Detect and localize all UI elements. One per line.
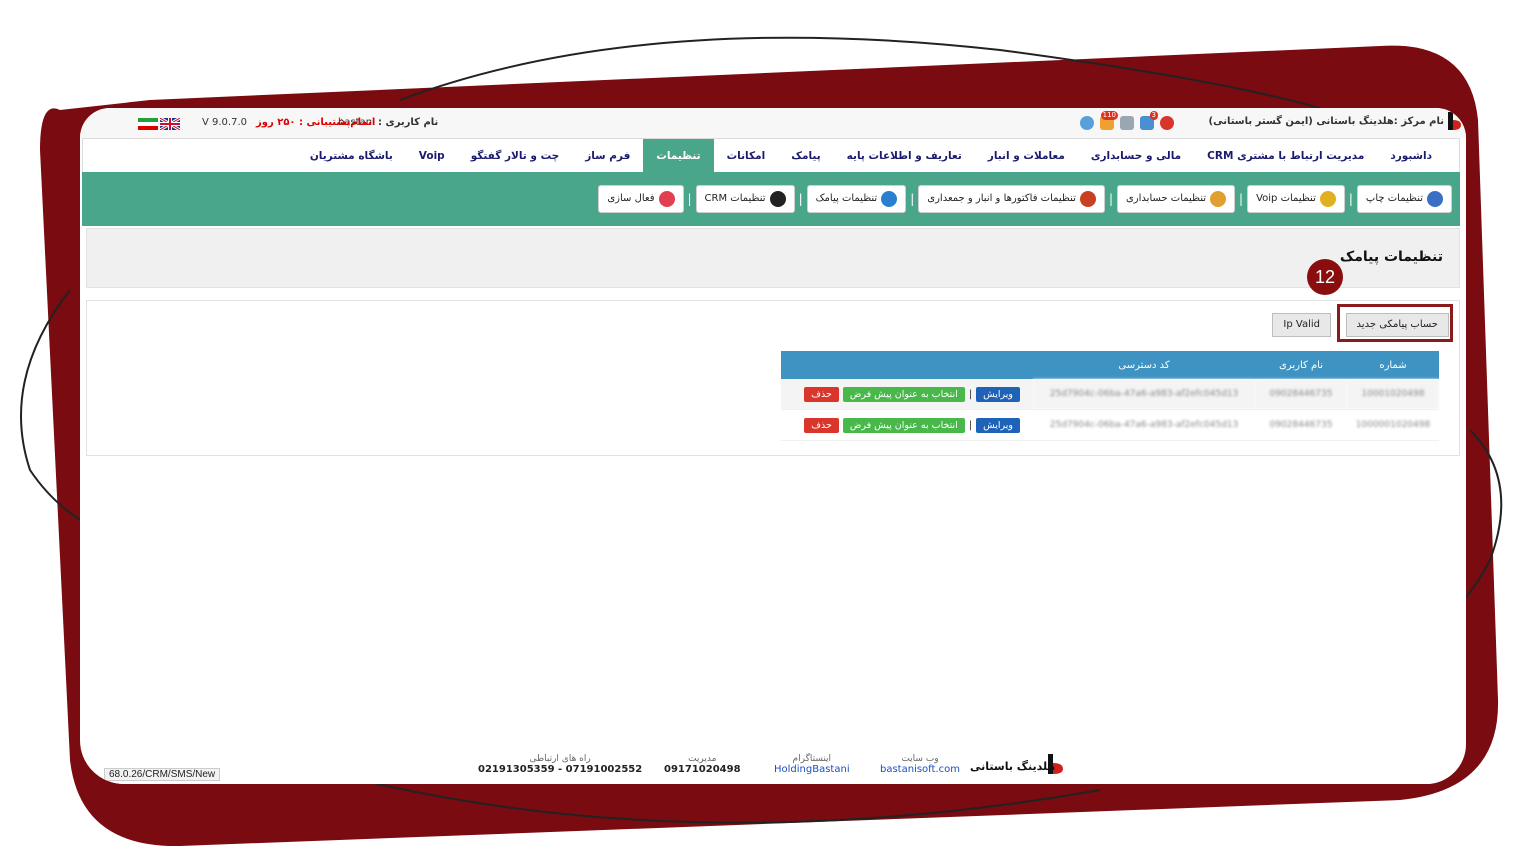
menu-item-6[interactable]: امکانات [714, 139, 779, 173]
settings-toolbar-items: تنظیمات چاپ | تنظیمات Voip | تنظیمات حسابدار… [598, 185, 1452, 213]
ip-valid-button[interactable]: Ip Valid [1272, 313, 1331, 337]
menu-item-10[interactable]: Voip [406, 139, 458, 173]
menu-item-2[interactable]: مالی و حسابداری [1078, 139, 1194, 173]
page-header: تنظیمات پیامک [86, 228, 1460, 288]
menu-item-5[interactable]: پیامک [778, 139, 833, 173]
col-username: نام کاربری [1255, 351, 1347, 379]
ticket-badge: 110 [1100, 111, 1118, 120]
main-menu-items: داشبورد مدیریت ارتباط با مشتری CRM مالی و … [297, 139, 1445, 173]
voip-icon [1319, 191, 1336, 207]
menu-item-0[interactable]: داشبورد [1377, 139, 1445, 173]
delete-button[interactable]: حذف [804, 417, 839, 433]
cell-access-code: 25d7904c-06ba-47a6-a983-af2efc045d13 [1033, 409, 1255, 441]
page-title: تنظیمات پیامک [1339, 249, 1443, 265]
cell-actions: ویرایش | انتخاب به عنوان پیش فرض حذف [781, 409, 1033, 441]
toolbar-button-0[interactable]: تنظیمات چاپ [1356, 185, 1452, 213]
col-actions [781, 351, 1033, 379]
table-row: 10001020498 09028446735 25d7904c-06ba-47a6… [781, 379, 1439, 410]
action-separator: | [968, 419, 973, 431]
uk-flag-icon[interactable] [160, 118, 180, 130]
invoice-icon [1079, 191, 1096, 207]
toolbar-button-5[interactable]: تنظیمات CRM [695, 185, 795, 213]
cell-actions: ویرایش | انتخاب به عنوان پیش فرض حذف [781, 379, 1033, 410]
message-badge: 3 [1149, 111, 1158, 120]
toolbar-button-6[interactable]: فعال سازی [598, 185, 684, 213]
toolbar-button-label: تنظیمات حسابداری [1125, 193, 1207, 204]
cell-number: 1000001020498 [1347, 409, 1439, 441]
main-menu: داشبورد مدیریت ارتباط با مشتری CRM مالی و … [82, 138, 1460, 174]
toolbar-separator: | [1239, 192, 1244, 206]
table-row: 1000001020498 09028446735 25d7904c-06ba-47… [781, 409, 1439, 441]
toolbar-separator: | [798, 192, 803, 206]
menu-item-3[interactable]: معاملات و انبار [975, 139, 1078, 173]
toolbar-button-label: تنظیمات Voip [1256, 193, 1316, 204]
table-body: 10001020498 09028446735 25d7904c-06ba-47a6… [781, 379, 1439, 441]
status-url: 68.0.26/CRM/SMS/New [104, 768, 221, 781]
new-sms-account-button[interactable]: حساب پیامکی جدید [1345, 313, 1449, 337]
action-separator: | [968, 388, 973, 400]
footer-manager: مدیریت 09171020498 [664, 754, 741, 775]
edit-button[interactable]: ویرایش [976, 417, 1020, 433]
sms-accounts-table: شماره نام کاربری کد دسترسی 10001020498 09… [781, 351, 1439, 441]
holding-logo-icon [1448, 112, 1461, 130]
footer-brand: هلدینگ باستانی [970, 760, 1056, 773]
instagram-link[interactable]: HoldingBastani [774, 764, 850, 775]
money-bag-icon [1210, 191, 1227, 207]
support-remaining: اتمام‌پشتیبانی : ۲۵۰ روز [256, 117, 376, 128]
toolbar-button-2[interactable]: تنظیمات حسابداری [1116, 185, 1236, 213]
toolbar-separator: | [1348, 192, 1353, 206]
crm-icon [769, 191, 786, 207]
step-badge: 12 [1307, 259, 1343, 295]
menu-item-1[interactable]: مدیریت ارتباط با مشتری CRM [1194, 139, 1377, 173]
toolbar-button-4[interactable]: تنظیمات پیامک [806, 185, 907, 213]
footer-contact: راه های ارتباطی 07191002552 - 0219130535… [478, 754, 643, 775]
set-default-button[interactable]: انتخاب به عنوان پیش فرض [842, 386, 965, 402]
set-default-button[interactable]: انتخاب به عنوان پیش فرض [842, 417, 965, 433]
top-info-bar: نام مرکز :هلدینگ باستانی (ایمن گستر باست… [80, 108, 1466, 138]
menu-item-7[interactable]: تنظیمات [643, 139, 714, 173]
iran-flag-icon[interactable] [138, 118, 158, 130]
col-number: شماره [1347, 351, 1439, 379]
menu-item-11[interactable]: باشگاه مشتریان [297, 139, 406, 173]
footer: هلدینگ باستانی وب سایت bastanisoft.com ا… [80, 748, 1466, 784]
footer-instagram: اینستاگرام HoldingBastani [774, 754, 850, 775]
cell-access-code: 25d7904c-06ba-47a6-a983-af2efc045d13 [1033, 379, 1255, 410]
col-access-code: کد دسترسی [1033, 351, 1255, 379]
top-icons: 110 3 [1080, 111, 1174, 130]
menu-item-9[interactable]: چت و تالار گفتگو [458, 139, 573, 173]
app-screen: نام مرکز :هلدینگ باستانی (ایمن گستر باست… [80, 108, 1466, 784]
toolbar-separator: | [1108, 192, 1113, 206]
toolbar-button-1[interactable]: تنظیمات Voip [1247, 185, 1345, 213]
cell-username: 09028446735 [1255, 409, 1347, 441]
toolbar-button-label: تنظیمات چاپ [1365, 193, 1423, 204]
delete-button[interactable]: حذف [804, 386, 839, 402]
menu-item-4[interactable]: تعاریف و اطلاعات پایه [834, 139, 975, 173]
cell-username: 09028446735 [1255, 379, 1347, 410]
activation-icon [658, 191, 675, 207]
cell-number: 10001020498 [1347, 379, 1439, 410]
website-link[interactable]: bastanisoft.com [880, 764, 960, 775]
sms-icon [881, 191, 898, 207]
footer-website: وب سایت bastanisoft.com [880, 754, 960, 775]
calendar-icon[interactable] [1120, 116, 1134, 130]
toolbar-separator: | [687, 192, 692, 206]
sms-accounts-panel: 12 حساب پیامکی جدید Ip Valid شماره نام ک… [86, 259, 1460, 456]
notification-icon[interactable]: 110 [1100, 111, 1118, 130]
menu-item-8[interactable]: فرم ساز [572, 139, 643, 173]
center-name: نام مرکز :هلدینگ باستانی (ایمن گستر باست… [1208, 116, 1444, 127]
toolbar-button-label: تنظیمات CRM [704, 193, 766, 204]
toolbar-button-label: تنظیمات فاکتورها و انبار و جمعداری [927, 193, 1076, 204]
message-icon[interactable]: 3 [1140, 111, 1158, 130]
toolbar-button-3[interactable]: تنظیمات فاکتورها و انبار و جمعداری [918, 185, 1105, 213]
toolbar-button-label: تنظیمات پیامک [815, 193, 878, 204]
chat-icon[interactable] [1080, 116, 1094, 130]
toolbar-button-label: فعال سازی [607, 193, 655, 204]
edit-button[interactable]: ویرایش [976, 386, 1020, 402]
toolbar-separator: | [910, 192, 915, 206]
power-icon[interactable] [1160, 116, 1174, 130]
version-label: V 9.0.7.0 [202, 117, 248, 128]
settings-toolbar: تنظیمات چاپ | تنظیمات Voip | تنظیمات حسابدار… [82, 172, 1460, 226]
printer-icon [1427, 191, 1443, 207]
